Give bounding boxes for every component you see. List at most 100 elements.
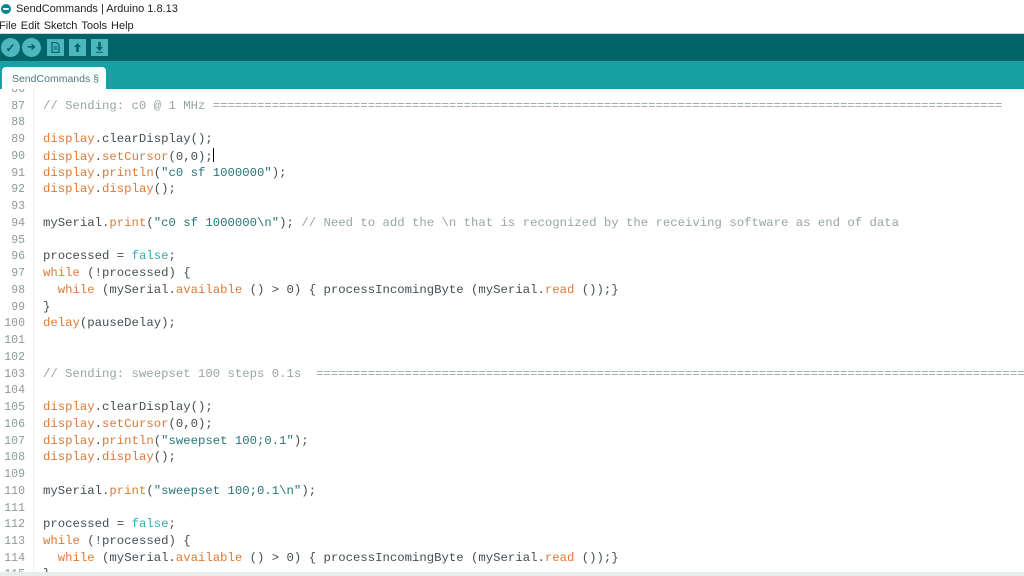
code-token: processed = <box>43 517 132 532</box>
line-number: 93 <box>11 200 25 214</box>
code-token: .clearDisplay(); <box>94 132 213 147</box>
code-token: () > 0) { processIncomingByte (mySerial. <box>242 550 545 565</box>
code-line[interactable]: 108 display.display(); <box>0 449 1024 466</box>
line-number: 104 <box>4 384 25 398</box>
code-line[interactable]: 112 processed = false; <box>0 516 1024 533</box>
tab-sendcommands[interactable]: SendCommands § <box>2 67 106 90</box>
code-text: } <box>43 299 50 316</box>
code-comment: // Sending: sweepset 100 steps 0.1s ====… <box>43 366 1024 381</box>
code-string: "sweepset 100;0.1" <box>161 433 294 448</box>
code-keyword: display <box>43 416 95 431</box>
code-line[interactable]: 89 display.clearDisplay(); <box>0 131 1024 148</box>
code-line[interactable]: 102 <box>0 349 1024 366</box>
code-line[interactable]: 106 display.setCursor(0,0); <box>0 416 1024 433</box>
code-text: // Sending: sweepset 100 steps 0.1s ====… <box>43 366 1024 383</box>
code-text: while (!processed) { <box>43 533 191 550</box>
code-text: delay(pauseDelay); <box>43 315 176 332</box>
line-number: 109 <box>4 468 25 482</box>
new-sketch-button[interactable] <box>47 39 64 56</box>
new-file-icon <box>51 42 60 53</box>
code-line[interactable]: 107 display.println("sweepset 100;0.1"); <box>0 433 1024 450</box>
line-number: 102 <box>4 350 25 364</box>
code-comment: // Sending: c0 @ 1 MHz =================… <box>43 98 1003 113</box>
code-line[interactable]: 110 mySerial.print("sweepset 100;0.1\n"); <box>0 483 1024 500</box>
code-comment: // Need to add the \n that is recognized… <box>301 215 900 230</box>
code-token: ); <box>271 165 287 180</box>
line-number: 112 <box>4 518 25 532</box>
arduino-logo-icon <box>1 3 11 14</box>
code-keyword: while <box>43 266 80 281</box>
code-text: while (!processed) { <box>43 265 191 282</box>
code-text: display.display(); <box>43 181 176 198</box>
code-line[interactable]: 99} <box>0 299 1024 316</box>
line-number: 89 <box>11 133 25 147</box>
code-line[interactable]: 91 display.println("c0 sf 1000000"); <box>0 165 1024 182</box>
code-line[interactable]: 94 mySerial.print("c0 sf 1000000\n"); // … <box>0 215 1024 232</box>
code-keyword: println <box>102 165 154 180</box>
code-token: ( <box>146 215 154 230</box>
code-line[interactable]: 92 display.display(); <box>0 181 1024 198</box>
code-keyword: println <box>102 433 154 448</box>
code-token: ); <box>279 215 302 230</box>
code-line[interactable]: 100 delay(pauseDelay); <box>0 315 1024 332</box>
code-text: while (mySerial.available () > 0) { proc… <box>43 550 619 567</box>
code-keyword: false <box>131 249 169 264</box>
code-line[interactable]: 87 // Sending: c0 @ 1 MHz ===============… <box>0 98 1024 115</box>
line-number: 113 <box>4 534 25 548</box>
code-text: display.println("c0 sf 1000000"); <box>43 165 287 182</box>
line-number: 114 <box>4 551 25 565</box>
code-token: (0,0); <box>168 149 213 164</box>
menu-file[interactable]: File <box>0 20 19 32</box>
code-keyword: while <box>57 282 95 297</box>
code-keyword: display <box>43 450 95 465</box>
arrow-down-icon <box>96 42 103 53</box>
horizontal-scrollbar[interactable] <box>0 572 1024 576</box>
save-sketch-button[interactable] <box>91 39 108 56</box>
code-keyword: delay <box>43 316 80 331</box>
menu-help[interactable]: Help <box>111 20 136 32</box>
verify-button[interactable]: ✓ <box>1 38 20 57</box>
code-line[interactable]: 90 display.setCursor(0,0); <box>0 147 1024 165</box>
code-line[interactable]: 105 display.clearDisplay(); <box>0 399 1024 416</box>
open-sketch-button[interactable] <box>69 39 86 56</box>
code-token: mySerial. <box>43 215 110 230</box>
code-line[interactable]: 113 while (!processed) { <box>0 533 1024 550</box>
upload-button[interactable]: ➔ <box>22 38 41 57</box>
code-text: display.println("sweepset 100;0.1"); <box>43 433 309 450</box>
code-token: (); <box>153 182 176 197</box>
code-token: . <box>94 433 103 448</box>
code-keyword: display <box>102 182 154 197</box>
code-line[interactable]: 101 <box>0 332 1024 349</box>
code-text: mySerial.print("sweepset 100;0.1\n"); <box>43 483 316 500</box>
code-token: (pauseDelay); <box>79 316 176 331</box>
code-token: processed = <box>43 249 132 264</box>
code-line[interactable]: 109 <box>0 466 1024 483</box>
menu-edit[interactable]: Edit <box>21 20 42 32</box>
code-line[interactable]: 97 while (!processed) { <box>0 265 1024 282</box>
line-number: 110 <box>4 484 25 498</box>
code-keyword: while <box>57 550 95 565</box>
code-keyword: setCursor <box>102 149 169 164</box>
line-number: 90 <box>11 149 25 163</box>
code-keyword: available <box>175 550 243 565</box>
code-line[interactable]: 88 <box>0 114 1024 131</box>
code-line[interactable]: 111 <box>0 500 1024 517</box>
code-line[interactable]: 114 while (mySerial.available () > 0) { … <box>0 550 1024 567</box>
code-line[interactable]: 95 <box>0 232 1024 249</box>
menu-tools[interactable]: Tools <box>81 20 109 32</box>
code-line[interactable]: 104 <box>0 382 1024 399</box>
code-line[interactable]: 86 <box>0 89 1024 98</box>
code-line[interactable]: 96 processed = false; <box>0 248 1024 265</box>
menu-sketch[interactable]: Sketch <box>44 20 80 32</box>
code-token: ());} <box>574 282 619 297</box>
code-editor[interactable]: 86 87 // Sending: c0 @ 1 MHz =============… <box>0 89 1024 572</box>
line-number: 101 <box>4 334 25 348</box>
code-text: display.clearDisplay(); <box>43 131 213 148</box>
line-number: 88 <box>11 116 25 130</box>
code-line[interactable]: 93 <box>0 198 1024 215</box>
code-line[interactable]: 98 while (mySerial.available () > 0) { p… <box>0 282 1024 299</box>
code-token: ; <box>168 517 176 532</box>
code-line[interactable]: 103 // Sending: sweepset 100 steps 0.1s =… <box>0 366 1024 383</box>
